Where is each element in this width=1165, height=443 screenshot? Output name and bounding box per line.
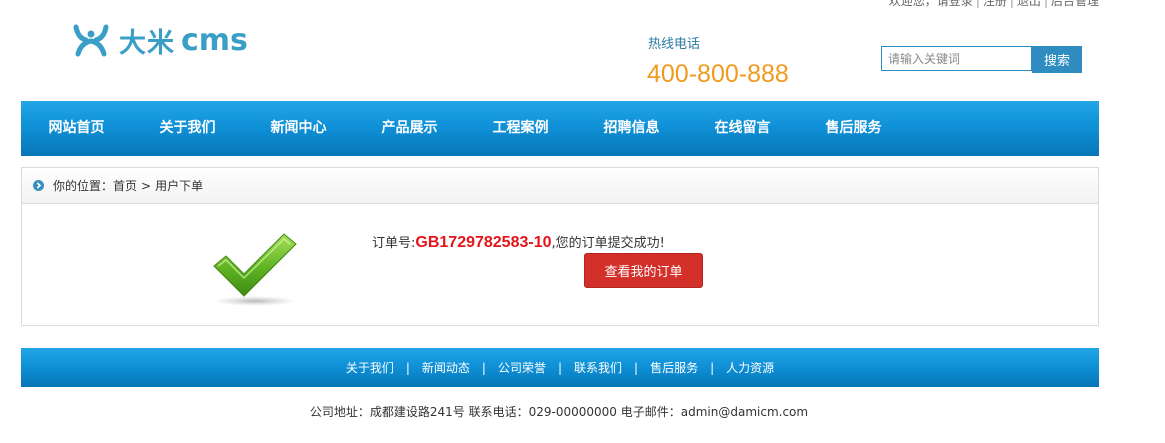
admin-link[interactable]: 后台管理 — [1051, 0, 1099, 8]
footer-separator: | — [405, 360, 410, 375]
search-form: 搜索 — [881, 46, 1082, 73]
logo-name-en: cms — [181, 22, 248, 58]
order-success-text: ,您的订单提交成功! — [551, 236, 665, 251]
footer-nav: 关于我们 | 新闻动态 | 公司荣誉 | 联系我们 | 售后服务 | 人力资源 — [21, 348, 1099, 387]
footer-contact-info: 公司地址：成都建设路241号 联系电话：029-00000000 电子邮件：ad… — [309, 405, 809, 419]
order-message: 订单号:GB1729782583-10,您的订单提交成功! — [372, 232, 665, 252]
nav-item-home[interactable]: 网站首页 — [21, 101, 132, 156]
register-link[interactable]: 注册 — [983, 0, 1007, 8]
footer-link-honors[interactable]: 公司荣誉 — [498, 359, 546, 376]
footer-link-hr[interactable]: 人力资源 — [726, 359, 774, 376]
nav-item-news[interactable]: 新闻中心 — [243, 101, 354, 156]
view-my-orders-button[interactable]: 查看我的订单 — [584, 253, 703, 288]
divider: | — [1009, 0, 1014, 8]
order-label: 订单号: — [372, 236, 416, 251]
nav-item-about[interactable]: 关于我们 — [132, 101, 243, 156]
footer-link-service[interactable]: 售后服务 — [650, 359, 698, 376]
footer-link-news[interactable]: 新闻动态 — [422, 359, 470, 376]
nav-item-jobs[interactable]: 招聘信息 — [576, 101, 687, 156]
check-icon — [210, 230, 300, 312]
nav-item-message[interactable]: 在线留言 — [687, 101, 798, 156]
nav-item-products[interactable]: 产品展示 — [354, 101, 465, 156]
login-link[interactable]: 登录 — [949, 0, 973, 8]
logo-name-cn: 大米 — [119, 27, 175, 59]
breadcrumb-current: 用户下单 — [155, 179, 204, 193]
main-nav: 网站首页 关于我们 新闻中心 产品展示 工程案例 招聘信息 在线留言 售后服务 — [21, 101, 1099, 156]
divider: | — [1043, 0, 1048, 8]
arrow-circle-icon — [33, 180, 44, 191]
divider: | — [975, 0, 980, 8]
order-result-panel: 你的位置： 首页 > 用户下单 订单号:GB1729782583-10,您的订单… — [21, 167, 1099, 326]
breadcrumb-home-link[interactable]: 首页 — [113, 177, 137, 194]
order-number: GB1729782583-10 — [415, 234, 552, 251]
footer-separator: | — [557, 360, 563, 375]
footer-separator: | — [710, 360, 715, 375]
footer-separator: | — [634, 360, 639, 375]
hotline-label: 热线电话 — [648, 37, 701, 52]
hotline-number: 400-800-888 — [647, 60, 789, 88]
footer-separator: | — [481, 360, 486, 375]
nav-item-cases[interactable]: 工程案例 — [465, 101, 576, 156]
top-utility-bar: 欢迎您，请登录 | 注册 | 退出 | 后台管理 — [889, 0, 1099, 9]
breadcrumb-separator: > — [141, 178, 152, 193]
footer-link-about[interactable]: 关于我们 — [346, 359, 394, 376]
breadcrumb-prefix: 你的位置： — [53, 179, 114, 193]
site-logo[interactable]: 大米 cms — [72, 22, 248, 59]
breadcrumb: 你的位置： 首页 > 用户下单 — [22, 168, 1098, 204]
welcome-text: 欢迎您，请 — [888, 0, 949, 8]
search-input[interactable] — [881, 46, 1032, 71]
footer-link-contact[interactable]: 联系我们 — [574, 359, 622, 376]
logo-mark-icon — [73, 24, 109, 57]
search-button[interactable]: 搜索 — [1032, 46, 1082, 73]
nav-item-service[interactable]: 售后服务 — [798, 101, 909, 156]
logout-link[interactable]: 退出 — [1017, 0, 1041, 8]
